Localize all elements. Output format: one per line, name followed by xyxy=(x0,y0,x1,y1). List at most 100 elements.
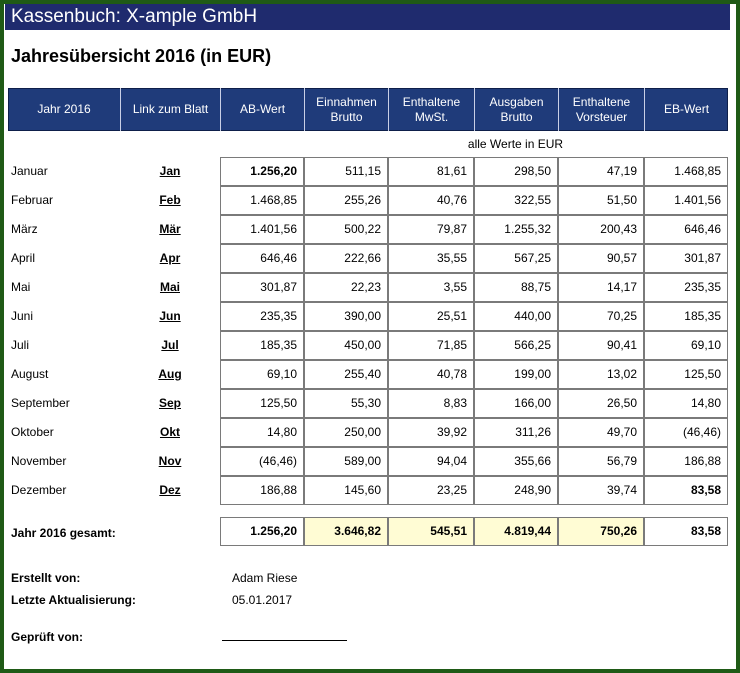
cell-eb: 69,10 xyxy=(644,331,728,360)
cell-ab: 301,87 xyxy=(220,273,304,302)
sheet-link-sep[interactable]: Sep xyxy=(120,396,220,410)
row-month-label: November xyxy=(11,454,67,468)
cell-eb: 125,50 xyxy=(644,360,728,389)
cell-ab: 235,35 xyxy=(220,302,304,331)
header-link: Link zum Blatt xyxy=(120,88,220,131)
total-vorsteuer: 750,26 xyxy=(558,517,644,546)
cell-ab: 1.468,85 xyxy=(220,186,304,215)
header-year: Jahr 2016 xyxy=(37,102,91,116)
cell-mwst: 94,04 xyxy=(388,447,474,476)
cell-vorsteuer: 14,17 xyxy=(558,273,644,302)
header-eb-wert: EB-Wert xyxy=(644,88,728,131)
cell-mwst: 3,55 xyxy=(388,273,474,302)
total-eb: 83,58 xyxy=(644,517,728,546)
cell-ausgaben: 1.255,32 xyxy=(474,215,558,244)
header-ausgaben: Ausgaben Brutto xyxy=(474,88,558,131)
cell-mwst: 23,25 xyxy=(388,476,474,505)
row-month-label: Februar xyxy=(11,193,54,207)
row-month-label: April xyxy=(11,251,36,265)
cell-eb: 646,46 xyxy=(644,215,728,244)
cell-ausgaben: 88,75 xyxy=(474,273,558,302)
cell-vorsteuer: 70,25 xyxy=(558,302,644,331)
cell-ausgaben: 199,00 xyxy=(474,360,558,389)
total-label: Jahr 2016 gesamt: xyxy=(11,526,116,540)
sheet-link-mär[interactable]: Mär xyxy=(120,222,220,236)
cell-einnahmen: 250,00 xyxy=(304,418,388,447)
sheet-link-jul[interactable]: Jul xyxy=(120,338,220,352)
cell-einnahmen: 500,22 xyxy=(304,215,388,244)
cell-mwst: 81,61 xyxy=(388,157,474,186)
cell-ab: 185,35 xyxy=(220,331,304,360)
cell-ab: 125,50 xyxy=(220,389,304,418)
total-mwst: 545,51 xyxy=(388,517,474,546)
cell-ausgaben: 440,00 xyxy=(474,302,558,331)
row-month-label: Januar xyxy=(11,164,48,178)
cell-mwst: 40,76 xyxy=(388,186,474,215)
sheet-link-okt[interactable]: Okt xyxy=(120,425,220,439)
row-month-label: Dezember xyxy=(11,483,67,497)
cell-einnahmen: 390,00 xyxy=(304,302,388,331)
page-title: Jahresübersicht 2016 (in EUR) xyxy=(11,46,272,66)
cell-ausgaben: 322,55 xyxy=(474,186,558,215)
cell-vorsteuer: 200,43 xyxy=(558,215,644,244)
unit-note: alle Werte in EUR xyxy=(467,137,564,151)
sheet-link-mai[interactable]: Mai xyxy=(120,280,220,294)
sheet-link-nov[interactable]: Nov xyxy=(120,454,220,468)
cell-eb: 1.468,85 xyxy=(644,157,728,186)
cell-mwst: 39,92 xyxy=(388,418,474,447)
cell-ab: 646,46 xyxy=(220,244,304,273)
cell-eb: 1.401,56 xyxy=(644,186,728,215)
cell-vorsteuer: 13,02 xyxy=(558,360,644,389)
cell-vorsteuer: 26,50 xyxy=(558,389,644,418)
cell-ab: 1.256,20 xyxy=(220,157,304,186)
header-ab-wert: AB-Wert xyxy=(220,88,304,131)
created-by-value: Adam Riese xyxy=(232,571,298,585)
created-by-label: Erstellt von: xyxy=(11,571,81,585)
total-ausgaben: 4.819,44 xyxy=(474,517,558,546)
total-ab: 1.256,20 xyxy=(220,517,304,546)
cell-einnahmen: 589,00 xyxy=(304,447,388,476)
sheet-link-aug[interactable]: Aug xyxy=(120,367,220,381)
cell-mwst: 79,87 xyxy=(388,215,474,244)
cell-eb: 83,58 xyxy=(644,476,728,505)
cell-einnahmen: 450,00 xyxy=(304,331,388,360)
cell-vorsteuer: 49,70 xyxy=(558,418,644,447)
cell-mwst: 35,55 xyxy=(388,244,474,273)
cell-ausgaben: 311,26 xyxy=(474,418,558,447)
app-title-bar: Kassenbuch: X-ample GmbH xyxy=(5,4,730,30)
cell-eb: 186,88 xyxy=(644,447,728,476)
last-updated-value: 05.01.2017 xyxy=(232,593,293,607)
row-month-label: März xyxy=(11,222,38,236)
cell-einnahmen: 55,30 xyxy=(304,389,388,418)
header-vorsteuer: Enthaltene Vorsteuer xyxy=(558,88,644,131)
cell-vorsteuer: 51,50 xyxy=(558,186,644,215)
cell-ausgaben: 567,25 xyxy=(474,244,558,273)
cell-ab: (46,46) xyxy=(220,447,304,476)
last-updated-label: Letzte Aktualisierung: xyxy=(11,593,136,607)
cell-ab: 1.401,56 xyxy=(220,215,304,244)
header-mwst: Enthaltene MwSt. xyxy=(388,88,474,131)
cell-ausgaben: 166,00 xyxy=(474,389,558,418)
sheet-link-apr[interactable]: Apr xyxy=(120,251,220,265)
cell-ab: 69,10 xyxy=(220,360,304,389)
sheet-link-jan[interactable]: Jan xyxy=(120,164,220,178)
cell-ausgaben: 298,50 xyxy=(474,157,558,186)
total-einnahmen: 3.646,82 xyxy=(304,517,388,546)
cell-einnahmen: 255,26 xyxy=(304,186,388,215)
cell-ab: 14,80 xyxy=(220,418,304,447)
cell-vorsteuer: 90,41 xyxy=(558,331,644,360)
cell-vorsteuer: 39,74 xyxy=(558,476,644,505)
row-month-label: Mai xyxy=(11,280,31,294)
cell-ausgaben: 566,25 xyxy=(474,331,558,360)
row-month-label: Oktober xyxy=(11,425,54,439)
cell-vorsteuer: 90,57 xyxy=(558,244,644,273)
cell-eb: (46,46) xyxy=(644,418,728,447)
cell-mwst: 25,51 xyxy=(388,302,474,331)
cell-ausgaben: 248,90 xyxy=(474,476,558,505)
sheet-link-feb[interactable]: Feb xyxy=(120,193,220,207)
row-month-label: Juli xyxy=(11,338,30,352)
checked-by-label: Geprüft von: xyxy=(11,630,83,644)
cell-einnahmen: 145,60 xyxy=(304,476,388,505)
sheet-link-dez[interactable]: Dez xyxy=(120,483,220,497)
sheet-link-jun[interactable]: Jun xyxy=(120,309,220,323)
